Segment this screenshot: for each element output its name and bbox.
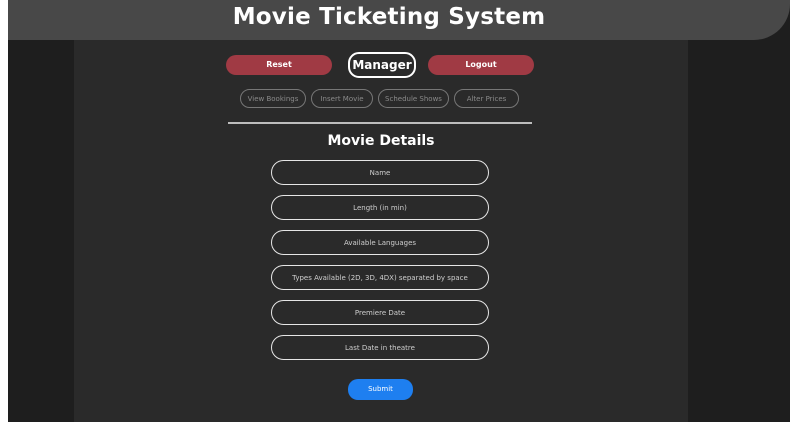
movie-length-field[interactable] <box>271 195 489 220</box>
form-title: Movie Details <box>327 133 435 149</box>
app-title: Movie Ticketing System <box>232 4 546 30</box>
tab-schedule-shows[interactable]: Schedule Shows <box>378 89 449 108</box>
submit-button[interactable]: Submit <box>348 379 413 400</box>
movie-name-field[interactable] <box>271 160 489 185</box>
tab-insert-movie[interactable]: Insert Movie <box>311 89 373 108</box>
logout-button[interactable]: Logout <box>428 55 534 75</box>
premiere-date-field[interactable] <box>271 300 489 325</box>
app-window: Movie Ticketing System Reset Manager Log… <box>8 0 790 422</box>
tab-alter-prices[interactable]: Alter Prices <box>454 89 519 108</box>
last-date-field[interactable] <box>271 335 489 360</box>
types-available-field[interactable] <box>271 265 489 290</box>
title-bar: Movie Ticketing System <box>8 0 790 40</box>
available-languages-field[interactable] <box>271 230 489 255</box>
reset-button[interactable]: Reset <box>226 55 332 75</box>
main-panel: Reset Manager Logout View Bookings Inser… <box>74 40 688 422</box>
role-badge: Manager <box>348 52 416 78</box>
tab-view-bookings[interactable]: View Bookings <box>240 89 306 108</box>
section-divider <box>228 122 532 124</box>
